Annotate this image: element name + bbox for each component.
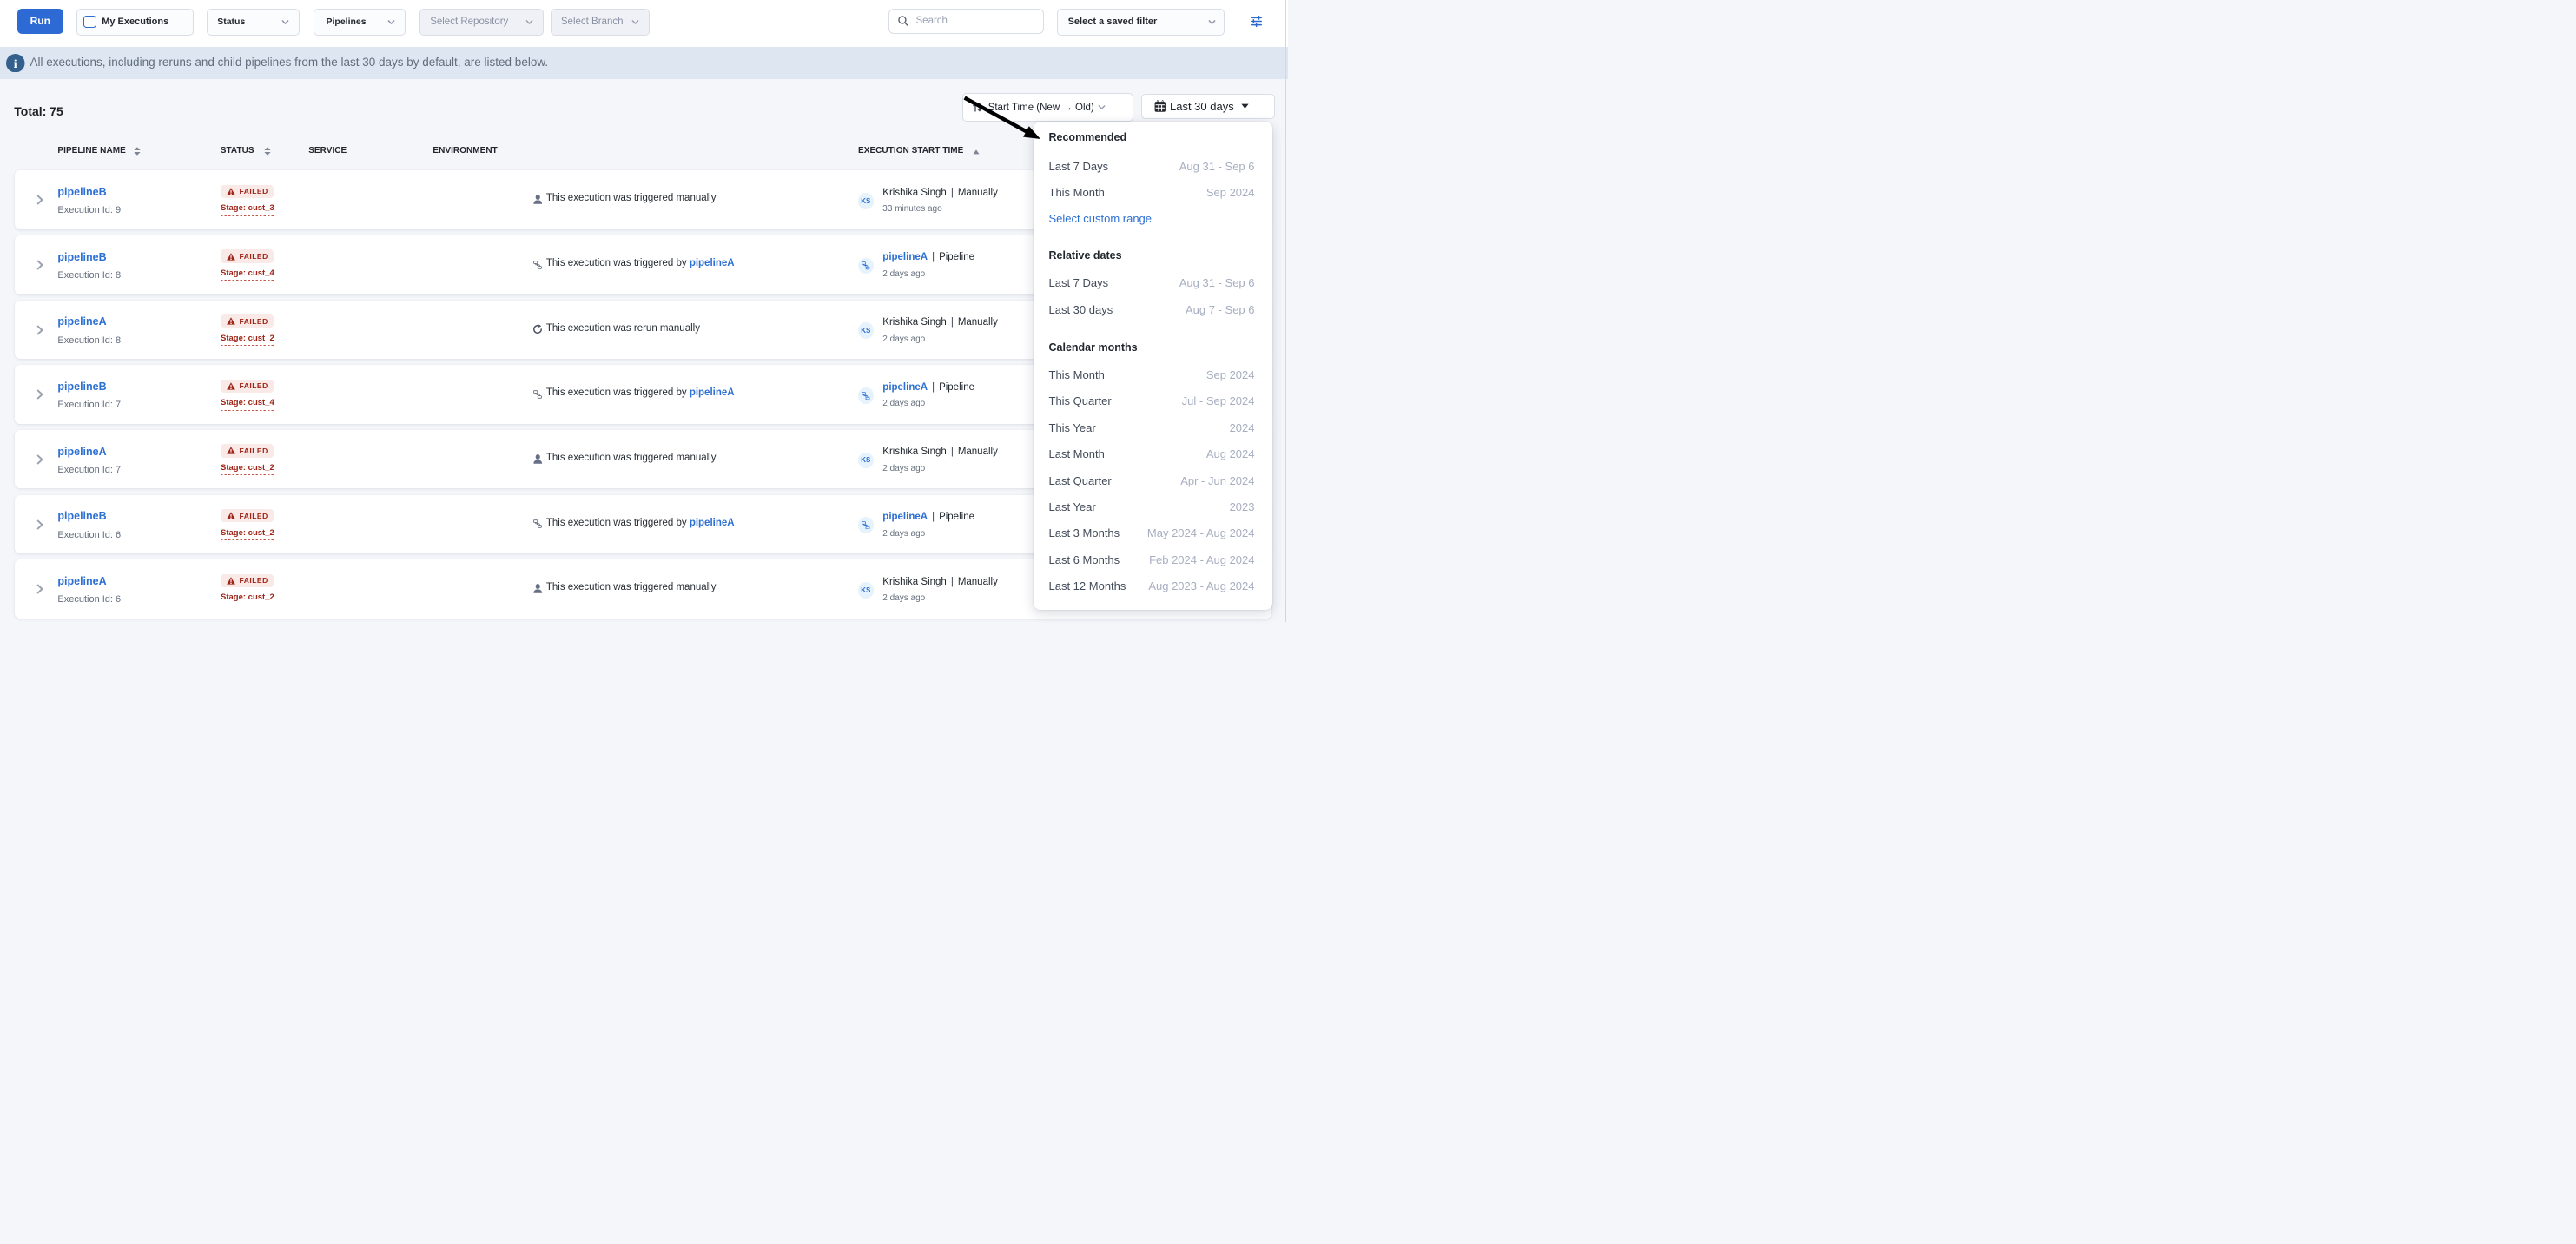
svg-text:i: i [14, 58, 17, 71]
